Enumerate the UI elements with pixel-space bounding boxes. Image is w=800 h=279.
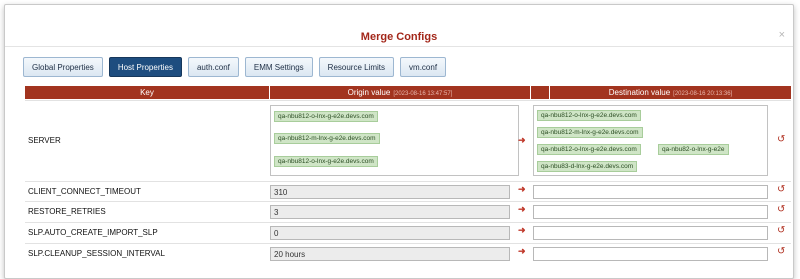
destination-timestamp: [2023-08-16 20:13:36] bbox=[673, 91, 733, 97]
tab-host-properties[interactable]: Host Properties bbox=[108, 57, 182, 77]
row-key: SLP.AUTO_CREATE_IMPORT_SLP bbox=[28, 228, 158, 237]
origin-value: 310 bbox=[270, 185, 510, 199]
origin-server-list: qa-nbu812-o-lnx-g-e2e.devs.com qa-nbu812… bbox=[270, 105, 519, 176]
copy-to-destination-arrow-icon[interactable]: ➜ bbox=[518, 184, 526, 195]
column-header-spacer bbox=[531, 86, 549, 99]
dialog-header: Merge Configs × bbox=[5, 5, 793, 47]
table-row: CLIENT_CONNECT_TIMEOUT 310 ➜ ↺ bbox=[25, 181, 791, 201]
row-key: SLP.CLEANUP_SESSION_INTERVAL bbox=[28, 249, 165, 258]
server-chip: qa-nbu83-d-lnx-g-e2e.devs.com bbox=[537, 161, 638, 172]
tab-bar: Global Properties Host Properties auth.c… bbox=[23, 57, 447, 77]
destination-value-input[interactable] bbox=[533, 226, 768, 240]
dialog-title: Merge Configs bbox=[360, 31, 438, 43]
row-key: SERVER bbox=[28, 136, 61, 145]
merge-configs-dialog: Merge Configs × Global Properties Host P… bbox=[4, 4, 794, 279]
copy-to-destination-arrow-icon[interactable]: ➜ bbox=[518, 246, 526, 257]
column-header-destination: Destination value [2023-08-16 20:13:36] bbox=[550, 86, 791, 99]
tab-global-properties[interactable]: Global Properties bbox=[23, 57, 103, 77]
server-chip: qa-nbu812-o-lnx-g-e2e.devs.com bbox=[537, 144, 641, 155]
copy-to-destination-arrow-icon[interactable]: ➜ bbox=[518, 204, 526, 215]
table-row: SLP.CLEANUP_SESSION_INTERVAL 20 hours ➜ … bbox=[25, 243, 791, 264]
destination-value-input[interactable] bbox=[533, 247, 768, 261]
origin-header-label: Origin value bbox=[347, 88, 391, 97]
table-row: RESTORE_RETRIES 3 ➜ ↺ bbox=[25, 201, 791, 222]
origin-value: 0 bbox=[270, 226, 510, 240]
server-chip: qa-nbu812-o-lnx-g-e2e.devs.com bbox=[274, 111, 378, 122]
column-header-key: Key bbox=[25, 86, 269, 99]
tab-auth-conf[interactable]: auth.conf bbox=[187, 57, 239, 77]
undo-icon[interactable]: ↺ bbox=[777, 134, 785, 145]
undo-icon[interactable]: ↺ bbox=[777, 225, 785, 236]
copy-to-destination-arrow-icon[interactable]: ➜ bbox=[518, 135, 526, 146]
server-chip: qa-nbu812-m-lnx-g-e2e.devs.com bbox=[537, 127, 643, 138]
undo-icon[interactable]: ↺ bbox=[777, 246, 785, 257]
copy-to-destination-arrow-icon[interactable]: ➜ bbox=[518, 225, 526, 236]
origin-value: 20 hours bbox=[270, 247, 510, 261]
tab-emm-settings[interactable]: EMM Settings bbox=[244, 57, 313, 77]
undo-icon[interactable]: ↺ bbox=[777, 184, 785, 195]
server-chip: qa-nbu812-m-lnx-g-e2e.devs.com bbox=[274, 133, 380, 144]
destination-header-label: Destination value bbox=[608, 88, 671, 97]
undo-icon[interactable]: ↺ bbox=[777, 204, 785, 215]
table-row: SLP.AUTO_CREATE_IMPORT_SLP 0 ➜ ↺ bbox=[25, 222, 791, 243]
tab-resource-limits[interactable]: Resource Limits bbox=[318, 57, 395, 77]
row-key: CLIENT_CONNECT_TIMEOUT bbox=[28, 187, 141, 196]
destination-value-input[interactable] bbox=[533, 185, 768, 199]
destination-value-input[interactable] bbox=[533, 205, 768, 219]
server-chip: qa-nbu812-o-lnx-g-e2e.devs.com bbox=[537, 110, 641, 121]
tab-vm-conf[interactable]: vm.conf bbox=[400, 57, 447, 77]
server-chip: qa-nbu812-o-lnx-g-e2e.devs.com bbox=[274, 156, 378, 167]
close-icon[interactable]: × bbox=[779, 29, 785, 41]
destination-server-list[interactable]: qa-nbu812-o-lnx-g-e2e.devs.com qa-nbu812… bbox=[533, 105, 768, 176]
row-key: RESTORE_RETRIES bbox=[28, 207, 106, 216]
origin-value: 3 bbox=[270, 205, 510, 219]
origin-timestamp: [2023-08-16 13:47:57] bbox=[393, 91, 453, 97]
table-row-server: SERVER qa-nbu812-o-lnx-g-e2e.devs.com qa… bbox=[25, 100, 791, 179]
column-header-origin: Origin value [2023-08-16 13:47:57] bbox=[270, 86, 530, 99]
server-chip: qa-nbu82-o-lnx-g-e2e bbox=[658, 144, 729, 155]
